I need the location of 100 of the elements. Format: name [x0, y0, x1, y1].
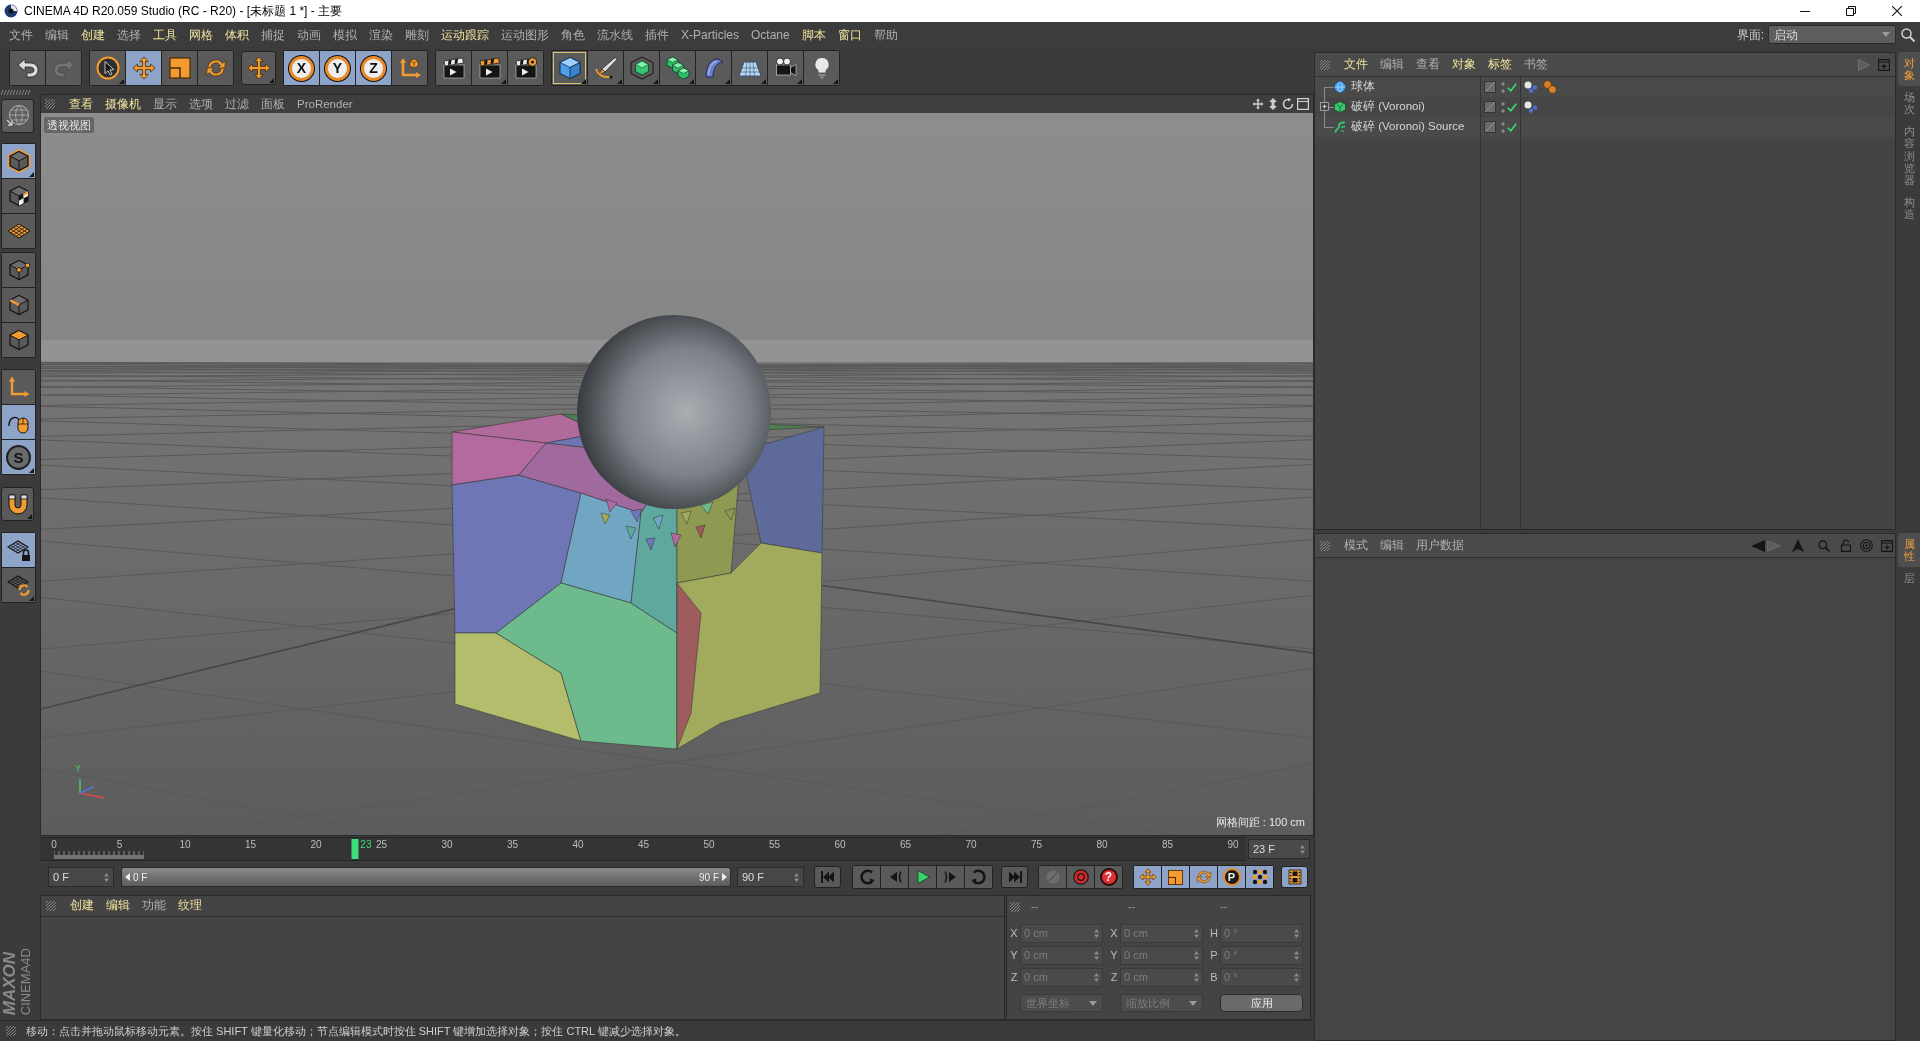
timeline-window-button[interactable] [1281, 866, 1308, 888]
key-point-level-button[interactable] [1246, 866, 1273, 888]
menu-item[interactable]: 脚本 [795, 23, 832, 46]
edge-mode-button[interactable] [2, 288, 35, 322]
previous-key-button[interactable] [853, 866, 880, 888]
current-frame-field[interactable]: 23 F [1248, 839, 1310, 859]
end-frame-field[interactable]: 90 F [737, 867, 804, 887]
up-triangle-icon[interactable] [1792, 539, 1804, 552]
menu-item[interactable]: 书签 [1518, 54, 1554, 75]
grip-icon[interactable] [1320, 540, 1330, 551]
spinner-icon[interactable] [794, 872, 799, 882]
light-button[interactable] [804, 51, 839, 85]
search-icon[interactable] [1901, 27, 1915, 42]
menu-item[interactable]: 窗口 [831, 23, 868, 46]
object-row[interactable]: 破碎 (Voronoi) Source [1315, 117, 1895, 137]
menu-item[interactable]: 面板 [255, 95, 291, 113]
make-editable-button[interactable] [1, 99, 34, 133]
solo-button[interactable]: S [2, 440, 35, 474]
menu-item[interactable]: 运动图形 [495, 23, 555, 46]
go-to-start-button[interactable] [814, 866, 841, 888]
grip-icon[interactable] [46, 901, 56, 911]
ball-cluster-icon[interactable] [1524, 81, 1538, 93]
menu-item[interactable]: 对象 [1446, 54, 1482, 75]
grip-icon[interactable] [1, 90, 31, 95]
menu-item[interactable]: 工具 [147, 23, 183, 46]
menu-item[interactable]: 纹理 [172, 897, 208, 915]
menu-item[interactable]: 过滤 [219, 95, 255, 113]
left-triangle-icon[interactable] [1751, 539, 1765, 552]
menu-item[interactable]: ProRender [291, 95, 359, 113]
key-parameter-button[interactable]: P [1218, 866, 1245, 888]
menu-item[interactable]: 模拟 [327, 23, 363, 46]
left-triangle-icon[interactable] [125, 873, 130, 881]
viewport-canvas[interactable]: 透视视图 Y 网格间距 : 100 cm [41, 113, 1313, 835]
menu-item[interactable]: 选项 [183, 95, 219, 113]
menu-item[interactable]: 网格 [183, 23, 219, 46]
undo-button[interactable] [10, 51, 45, 85]
render-view-button[interactable] [436, 51, 471, 85]
workplane-mode-button[interactable] [2, 214, 35, 248]
coordinate-system-button[interactable] [392, 51, 427, 85]
menu-item[interactable]: 雕刻 [399, 23, 435, 46]
range-slider[interactable]: 0 F 90 F [121, 867, 731, 887]
circular-arrow-icon[interactable] [1282, 98, 1294, 110]
menu-item[interactable]: 摄像机 [99, 95, 147, 113]
tweak-mode-button[interactable] [2, 405, 35, 439]
menu-item[interactable]: 体积 [219, 23, 255, 46]
move-tool-button[interactable] [126, 51, 161, 85]
menu-item[interactable]: 帮助 [867, 23, 904, 46]
autokey-button[interactable]: ? [1095, 866, 1122, 888]
deformer-button[interactable] [696, 51, 731, 85]
menu-item[interactable]: 查看 [1410, 54, 1446, 75]
spinner-icon[interactable] [104, 872, 109, 882]
slashed-square-icon[interactable] [1484, 101, 1496, 113]
check-icon[interactable] [1507, 82, 1517, 92]
menu-item[interactable]: X-Particles [675, 23, 745, 46]
key-scale-button[interactable] [1162, 866, 1189, 888]
menu-item[interactable]: 运动跟踪 [435, 23, 495, 46]
side-tab[interactable]: 属性 [1898, 533, 1920, 568]
transform-tool-button[interactable] [241, 51, 276, 85]
menu-item[interactable]: 创建 [64, 897, 100, 915]
axis-lock-button[interactable]: Y [320, 51, 355, 85]
object-name[interactable]: 破碎 (Voronoi) [1351, 98, 1425, 116]
menu-item[interactable]: 插件 [639, 23, 675, 46]
side-tab[interactable]: 对象 [1898, 52, 1920, 87]
menu-item[interactable]: 显示 [147, 95, 183, 113]
object-row[interactable]: 球体 [1315, 77, 1895, 97]
check-icon[interactable] [1507, 122, 1517, 132]
model-mode-button[interactable] [2, 144, 35, 178]
pen-tool-button[interactable] [588, 51, 623, 85]
menu-item[interactable]: 编辑 [100, 897, 136, 915]
render-settings-button[interactable] [508, 51, 543, 85]
key-position-button[interactable] [1134, 866, 1161, 888]
menu-item[interactable]: 编辑 [1374, 54, 1410, 75]
record-button[interactable] [1067, 866, 1094, 888]
menu-item[interactable]: 文件 [3, 23, 39, 46]
axis-mode-button[interactable] [2, 370, 35, 404]
cube-object-button[interactable] [552, 51, 587, 85]
menu-item[interactable]: 创建 [75, 23, 111, 46]
next-frame-button[interactable] [937, 866, 964, 888]
camera-button[interactable] [768, 51, 803, 85]
ball-cluster-icon[interactable] [1524, 101, 1538, 113]
floor-object-button[interactable] [732, 51, 767, 85]
subdivision-button[interactable] [624, 51, 659, 85]
slashed-square-icon[interactable] [1484, 81, 1496, 93]
move-arrows-icon[interactable] [1252, 98, 1264, 110]
object-name[interactable]: 破碎 (Voronoi) Source [1351, 118, 1465, 136]
target-icon[interactable] [1860, 539, 1873, 552]
grip-icon[interactable] [1320, 59, 1330, 70]
menu-item[interactable]: 文件 [1338, 54, 1374, 75]
menu-item[interactable]: 模式 [1338, 535, 1374, 556]
grid-lock-button[interactable] [2, 533, 35, 567]
grip-icon[interactable] [6, 1026, 16, 1036]
axis-lock-button[interactable]: X [284, 51, 319, 85]
point-mode-button[interactable] [2, 253, 35, 287]
menu-item[interactable]: 渲染 [363, 23, 399, 46]
select-tool-button[interactable] [90, 51, 125, 85]
menu-item[interactable]: 流水线 [591, 23, 639, 46]
grip-icon[interactable] [1010, 901, 1020, 912]
play-button[interactable] [909, 866, 936, 888]
menu-item[interactable]: 用户数据 [1410, 535, 1470, 556]
menu-item[interactable]: 编辑 [1374, 535, 1410, 556]
